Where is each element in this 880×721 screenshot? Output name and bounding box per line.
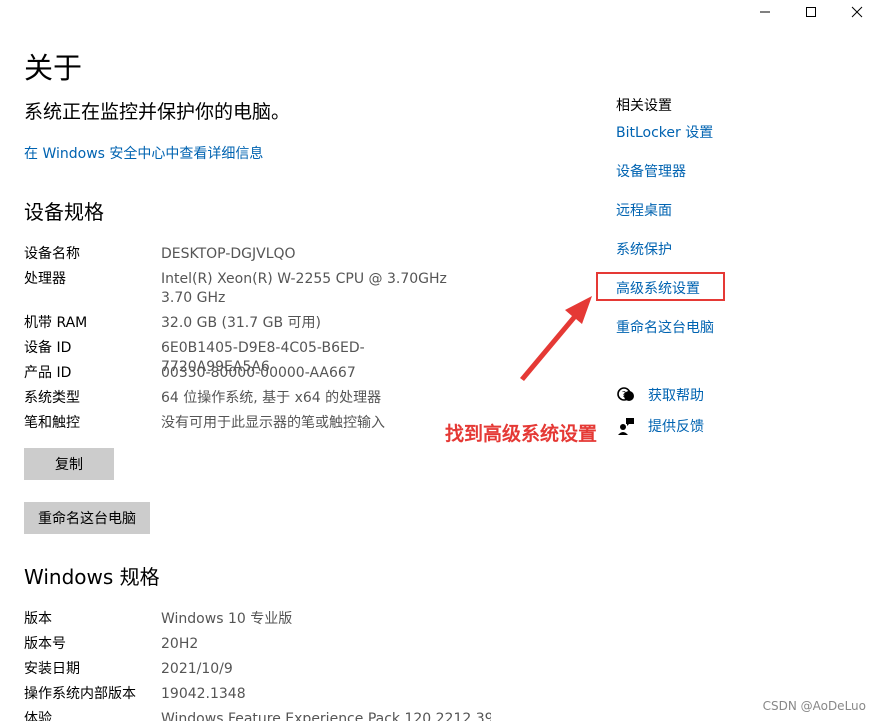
feedback-person-icon	[616, 416, 636, 436]
minimize-button[interactable]	[742, 0, 788, 24]
watermark: CSDN @AoDeLuo	[762, 699, 866, 713]
annotation-arrow	[520, 296, 592, 381]
bitlocker-settings-link[interactable]: BitLocker 设置	[616, 123, 713, 143]
copy-button[interactable]: 复制	[24, 448, 114, 480]
minimize-icon	[760, 11, 770, 13]
remote-desktop-link[interactable]: 远程桌面	[616, 201, 672, 221]
protection-status-text: 系统正在监控并保护你的电脑。	[24, 101, 291, 123]
spec-label-product-id: 产品 ID	[24, 365, 72, 381]
spec-value-device-name: DESKTOP-DGJVLQO	[161, 246, 296, 262]
get-help-label: 获取帮助	[648, 388, 704, 404]
spec-label-version: 版本号	[24, 636, 66, 652]
svg-text:?: ?	[622, 390, 626, 399]
spec-label-edition: 版本	[24, 611, 52, 627]
annotation-text: 找到高级系统设置	[445, 423, 598, 445]
spec-value-os-build: 19042.1348	[161, 686, 246, 702]
spec-label-device-name: 设备名称	[24, 246, 80, 262]
spec-value-edition: Windows 10 专业版	[161, 611, 293, 627]
page-title: 关于	[24, 51, 83, 85]
spec-label-device-id: 设备 ID	[24, 340, 72, 356]
device-specs-title: 设备规格	[24, 200, 104, 224]
spec-label-ram: 机带 RAM	[24, 315, 88, 331]
feedback-link[interactable]: 提供反馈	[616, 416, 704, 436]
spec-value-system-type: 64 位操作系统, 基于 x64 的处理器	[161, 390, 382, 406]
spec-value-version: 20H2	[161, 636, 199, 652]
spec-label-os-build: 操作系统内部版本	[24, 686, 136, 702]
get-help-link[interactable]: ? 获取帮助	[616, 385, 704, 405]
windows-specs-title: Windows 规格	[24, 565, 160, 589]
close-icon	[851, 6, 863, 18]
security-center-link[interactable]: 在 Windows 安全中心中查看详细信息	[24, 144, 263, 164]
spec-label-install-date: 安装日期	[24, 661, 80, 677]
spec-value-ram: 32.0 GB (31.7 GB 可用)	[161, 315, 321, 331]
device-manager-link[interactable]: 设备管理器	[616, 162, 686, 182]
spec-value-pen-touch: 没有可用于此显示器的笔或触控输入	[161, 415, 385, 431]
spec-value-experience: Windows Feature Experience Pack 120.2212…	[161, 711, 491, 721]
feedback-label: 提供反馈	[648, 419, 704, 435]
highlight-box	[596, 272, 725, 301]
rename-pc-link[interactable]: 重命名这台电脑	[616, 318, 714, 338]
related-settings-title: 相关设置	[616, 98, 672, 114]
window-controls	[742, 0, 880, 24]
spec-label-processor: 处理器	[24, 271, 66, 287]
maximize-button[interactable]	[788, 0, 834, 24]
spec-value-processor: Intel(R) Xeon(R) W-2255 CPU @ 3.70GHz 3.…	[161, 271, 447, 306]
rename-pc-button[interactable]: 重命名这台电脑	[24, 502, 150, 534]
system-protection-link[interactable]: 系统保护	[616, 240, 672, 260]
spec-label-pen-touch: 笔和触控	[24, 415, 80, 431]
close-button[interactable]	[834, 0, 880, 24]
spec-label-system-type: 系统类型	[24, 390, 80, 406]
maximize-icon	[806, 7, 816, 17]
chat-help-icon: ?	[616, 385, 636, 405]
spec-label-experience: 体验	[24, 711, 52, 721]
spec-value-product-id: 00330-80000-00000-AA667	[161, 365, 356, 381]
spec-value-install-date: 2021/10/9	[161, 661, 233, 677]
settings-about-page: 关于 系统正在监控并保护你的电脑。 在 Windows 安全中心中查看详细信息 …	[0, 0, 880, 721]
